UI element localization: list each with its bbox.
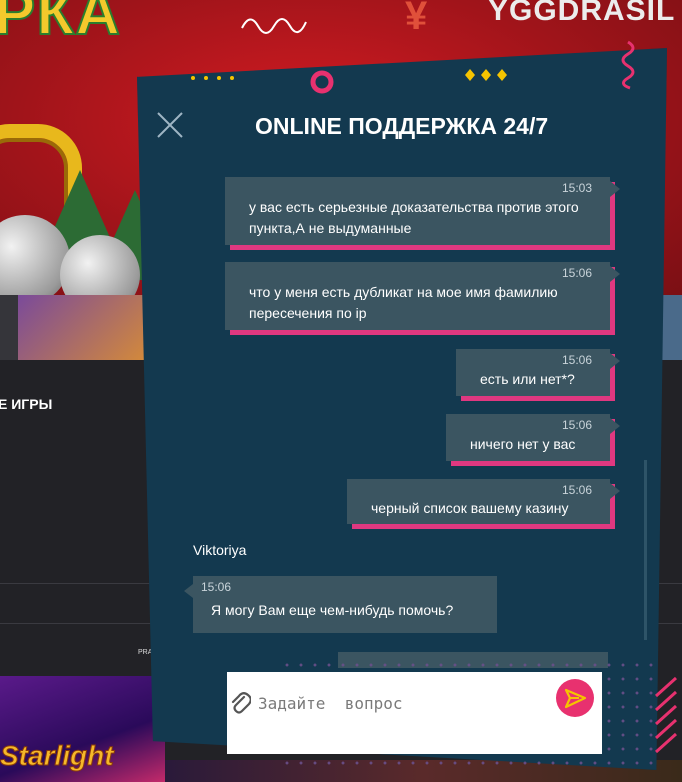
send-button[interactable]	[556, 679, 594, 717]
message-time: 15:06	[561, 483, 592, 497]
user-message: 15:03 у вас есть серьезные доказательств…	[225, 177, 620, 245]
bubble-tail	[610, 266, 620, 282]
pink-squiggle-decoration	[621, 40, 635, 90]
agent-name: Viktoriya	[193, 542, 247, 558]
message-text: есть или нет*?	[480, 371, 575, 387]
agent-message: 15:06 Я могу Вам еще чем-нибудь помочь?	[184, 576, 497, 633]
chat-title: ONLINE ПОДДЕРЖКА 24/7	[255, 113, 549, 139]
message-text: у вас есть серьезные доказательства прот…	[249, 199, 579, 236]
message-text: черный список вашему казину	[371, 500, 569, 516]
provider-name: YGGDRASIL	[488, 0, 676, 27]
stripes-decoration	[654, 676, 678, 754]
squiggle-decoration	[241, 18, 307, 34]
bubble-tail	[610, 353, 620, 369]
promo-card[interactable]	[18, 295, 148, 360]
user-message: 15:06 что у меня есть дубликат на мое им…	[225, 262, 620, 330]
message-time: 15:06	[561, 266, 592, 280]
paperclip-icon[interactable]	[229, 690, 252, 714]
bubble-tail	[610, 418, 620, 434]
chat-scrollbar[interactable]	[644, 460, 647, 640]
message-text: Я могу Вам еще чем-нибудь помочь?	[211, 602, 454, 618]
user-message: 15:06 ничего нет у вас	[446, 414, 620, 461]
bubble-tail	[610, 181, 620, 197]
user-message: 15:06 есть или нет*?	[456, 349, 620, 396]
game-title: Starlight	[0, 740, 114, 772]
section-title: Е ИГРЫ	[0, 396, 53, 412]
user-message: 15:06 черный список вашему казину	[347, 479, 620, 524]
message-time: 15:06	[201, 580, 232, 594]
yellow-dots-decoration	[191, 76, 234, 80]
message-time: 15:06	[561, 418, 592, 432]
yggdrasil-logo-icon: ¥	[405, 0, 428, 38]
promo-card[interactable]	[660, 295, 682, 360]
pink-ring-decoration	[310, 70, 334, 94]
message-input[interactable]	[258, 690, 548, 716]
hero-text: РКА	[0, 0, 121, 49]
message-time: 15:03	[561, 181, 592, 195]
send-icon	[564, 688, 587, 709]
message-time: 15:06	[561, 353, 592, 367]
message-text: ничего нет у вас	[470, 436, 576, 452]
bubble-tail	[610, 483, 620, 499]
message-text: что у меня есть дубликат на мое имя фами…	[249, 284, 558, 321]
close-icon[interactable]	[155, 110, 185, 140]
yellow-diamonds-decoration	[465, 69, 507, 81]
bubble-tail	[184, 584, 193, 598]
